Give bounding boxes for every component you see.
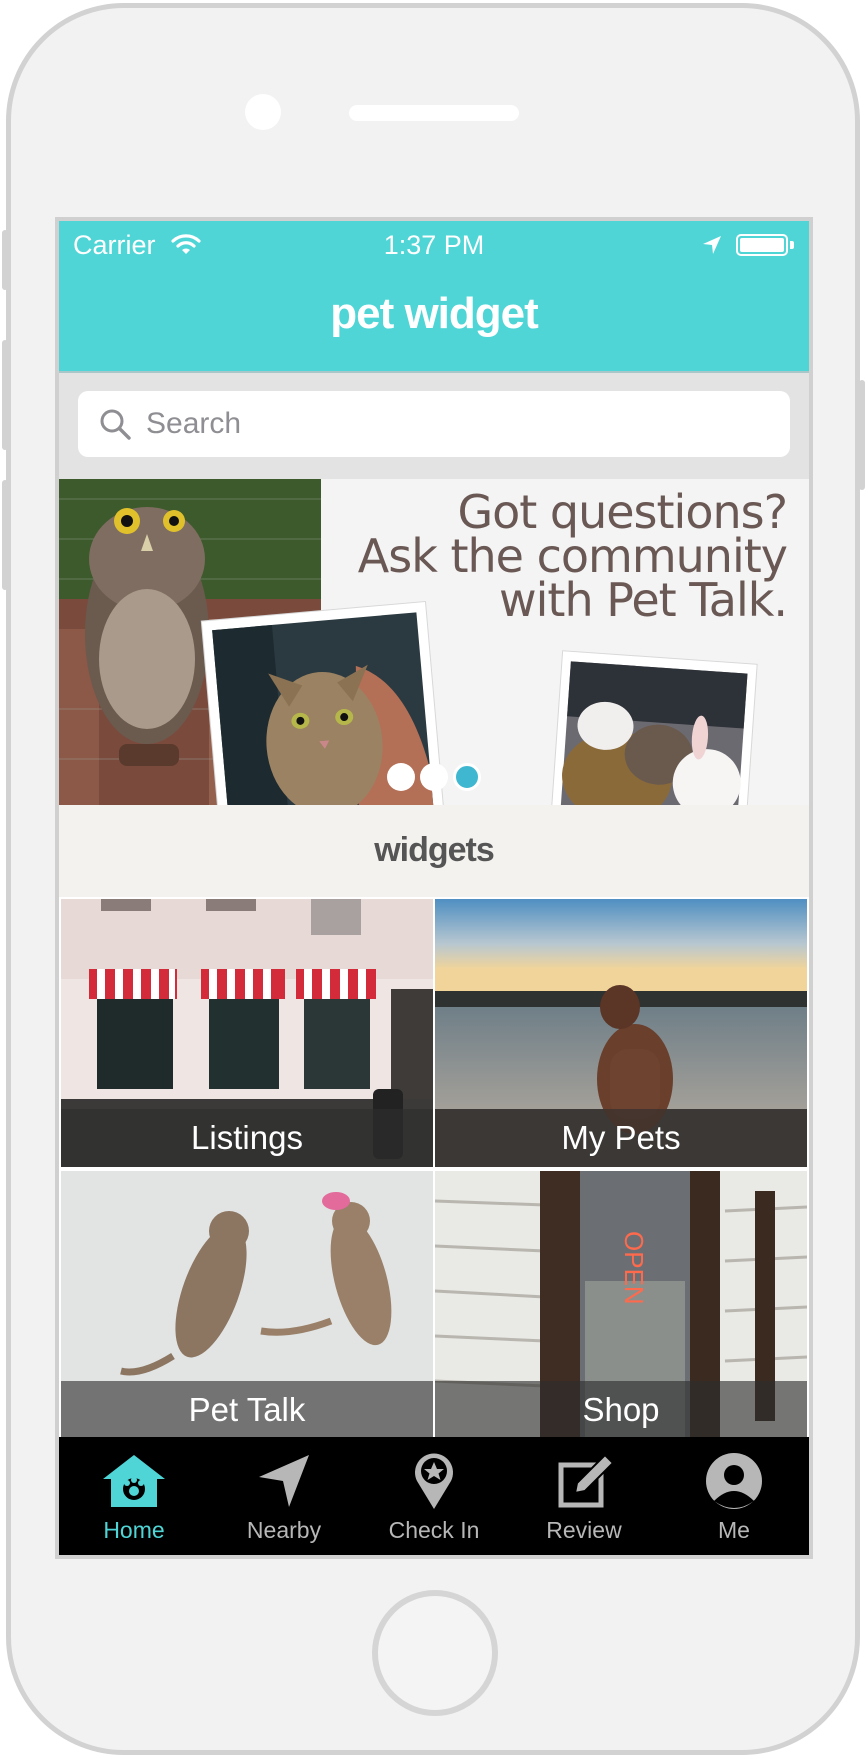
mute-switch bbox=[2, 230, 8, 290]
carousel-page-indicator[interactable] bbox=[387, 763, 481, 793]
battery-icon bbox=[736, 234, 788, 256]
volume-up-button bbox=[2, 340, 8, 450]
earpiece-speaker bbox=[349, 105, 519, 121]
carousel-dot[interactable] bbox=[387, 763, 415, 791]
user-icon bbox=[706, 1453, 762, 1509]
tab-home[interactable]: Home bbox=[59, 1437, 209, 1555]
search-input[interactable] bbox=[146, 391, 746, 457]
tab-label: Me bbox=[718, 1517, 750, 1543]
navigation-bar: pet widget bbox=[59, 269, 809, 373]
tab-me[interactable]: Me bbox=[659, 1437, 809, 1555]
widget-tile-label: Listings bbox=[61, 1109, 433, 1167]
search-box[interactable] bbox=[78, 391, 790, 457]
carousel-dot-active[interactable] bbox=[453, 763, 481, 791]
widget-tile-label: Pet Talk bbox=[61, 1381, 433, 1439]
battery-tip bbox=[790, 241, 794, 249]
svg-text:OPEN: OPEN bbox=[619, 1231, 649, 1305]
app-title: pet widget bbox=[330, 289, 539, 338]
widget-tile-label: My Pets bbox=[435, 1109, 807, 1167]
edit-icon bbox=[558, 1453, 615, 1508]
widgets-section-header: widgets bbox=[59, 805, 809, 897]
status-time: 1:37 PM bbox=[383, 230, 485, 260]
tab-bar: Home Nearby Check In Review Me bbox=[59, 1437, 809, 1555]
location-arrow-icon bbox=[259, 1455, 309, 1507]
tab-nearby[interactable]: Nearby bbox=[209, 1437, 359, 1555]
location-services-icon bbox=[703, 236, 721, 254]
tab-review[interactable]: Review bbox=[509, 1437, 659, 1555]
tab-label: Check In bbox=[388, 1517, 480, 1543]
search-icon bbox=[100, 409, 131, 440]
front-camera bbox=[245, 94, 281, 130]
banner-line-3: with Pet Talk. bbox=[499, 573, 788, 627]
tab-label: Nearby bbox=[246, 1517, 322, 1543]
tab-check-in[interactable]: Check In bbox=[359, 1437, 509, 1555]
widgets-section-title: widgets bbox=[374, 831, 495, 869]
search-bar bbox=[59, 373, 809, 479]
widget-tile-label: Shop bbox=[435, 1381, 807, 1439]
widget-tile-listings[interactable]: Listings bbox=[61, 899, 433, 1167]
tab-label: Review bbox=[546, 1517, 622, 1543]
carousel-dot[interactable] bbox=[420, 763, 448, 791]
widget-tile-my-pets[interactable]: My Pets bbox=[435, 899, 807, 1167]
app-screen: Carrier 1:37 PM pet widget Search Got qu… bbox=[55, 217, 813, 1559]
tab-label: Home bbox=[103, 1517, 165, 1543]
status-bar: Carrier 1:37 PM bbox=[59, 221, 809, 269]
volume-down-button bbox=[2, 480, 8, 590]
home-icon bbox=[103, 1455, 165, 1507]
widget-tile-shop[interactable]: OPEN Shop bbox=[435, 1171, 807, 1439]
promo-carousel[interactable]: Got questions? Ask the community with Pe… bbox=[59, 479, 809, 805]
widget-tile-pet-talk[interactable]: Pet Talk bbox=[61, 1171, 433, 1439]
home-button[interactable] bbox=[372, 1590, 498, 1716]
map-pin-star-icon bbox=[415, 1453, 453, 1509]
power-button bbox=[859, 380, 865, 490]
